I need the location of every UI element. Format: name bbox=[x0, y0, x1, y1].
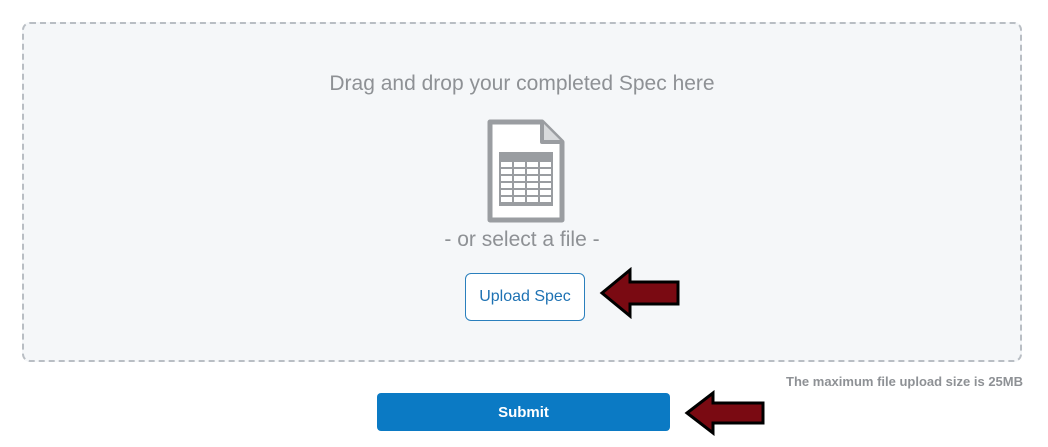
upload-page: Drag and drop your completed Spec here -… bbox=[0, 0, 1048, 447]
submit-button[interactable]: Submit bbox=[377, 393, 670, 431]
left-arrow-icon bbox=[684, 390, 765, 436]
spreadsheet-file-icon bbox=[487, 119, 565, 223]
or-select-file-text: - or select a file - bbox=[444, 228, 600, 251]
left-arrow-icon bbox=[599, 267, 680, 319]
dropzone-title: Drag and drop your completed Spec here bbox=[329, 72, 715, 95]
upload-spec-button[interactable]: Upload Spec bbox=[465, 273, 585, 321]
upload-size-limit-text: The maximum file upload size is 25MB bbox=[786, 374, 1023, 389]
file-dropzone[interactable]: Drag and drop your completed Spec here -… bbox=[22, 22, 1022, 362]
